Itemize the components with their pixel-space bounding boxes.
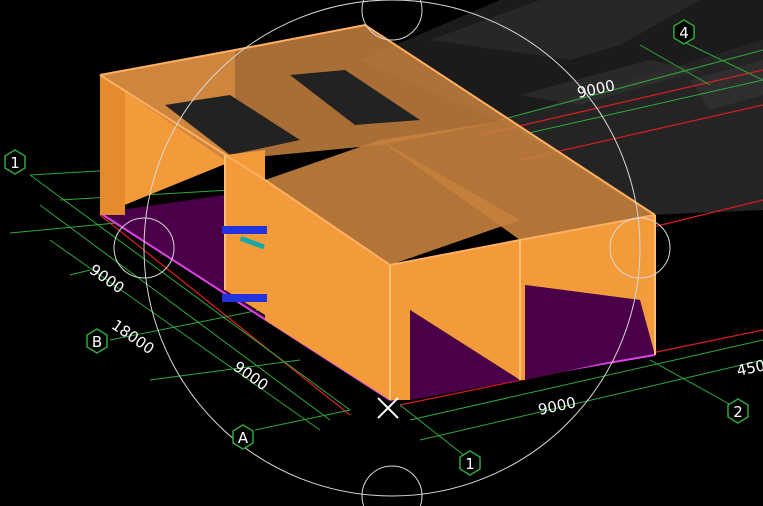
dimension-left-18000: 18000 [108,316,157,358]
axis-bubble-2[interactable]: 2 [727,398,749,424]
axis-label-1-bottom: 1 [465,455,475,473]
dimension-left-9000-lower: 9000 [230,358,272,395]
dimension-left-9000: 9000 [86,261,128,298]
dimension-right-450: 450 [735,356,763,380]
axis-label-1-left: 1 [10,154,20,172]
axis-bubble-4[interactable]: 4 [673,19,695,45]
axis-bubble-1-bottom[interactable]: 1 [459,450,481,476]
axis-bubble-a[interactable]: A [232,424,254,450]
origin-marker-icon [377,397,399,419]
cad-3d-viewport[interactable]: 1 B A 1 2 4 9000 9000 18000 9000 9000 45… [0,0,763,506]
axis-label-b: B [92,333,102,351]
axis-label-2: 2 [733,403,743,421]
orbit-handle-bottom[interactable] [361,465,423,506]
axis-bubble-1-left[interactable]: 1 [4,149,26,175]
axis-label-4: 4 [679,24,689,42]
axis-bubble-b[interactable]: B [86,328,108,354]
dimension-front-9000: 9000 [536,393,577,419]
axis-label-a: A [238,429,249,447]
